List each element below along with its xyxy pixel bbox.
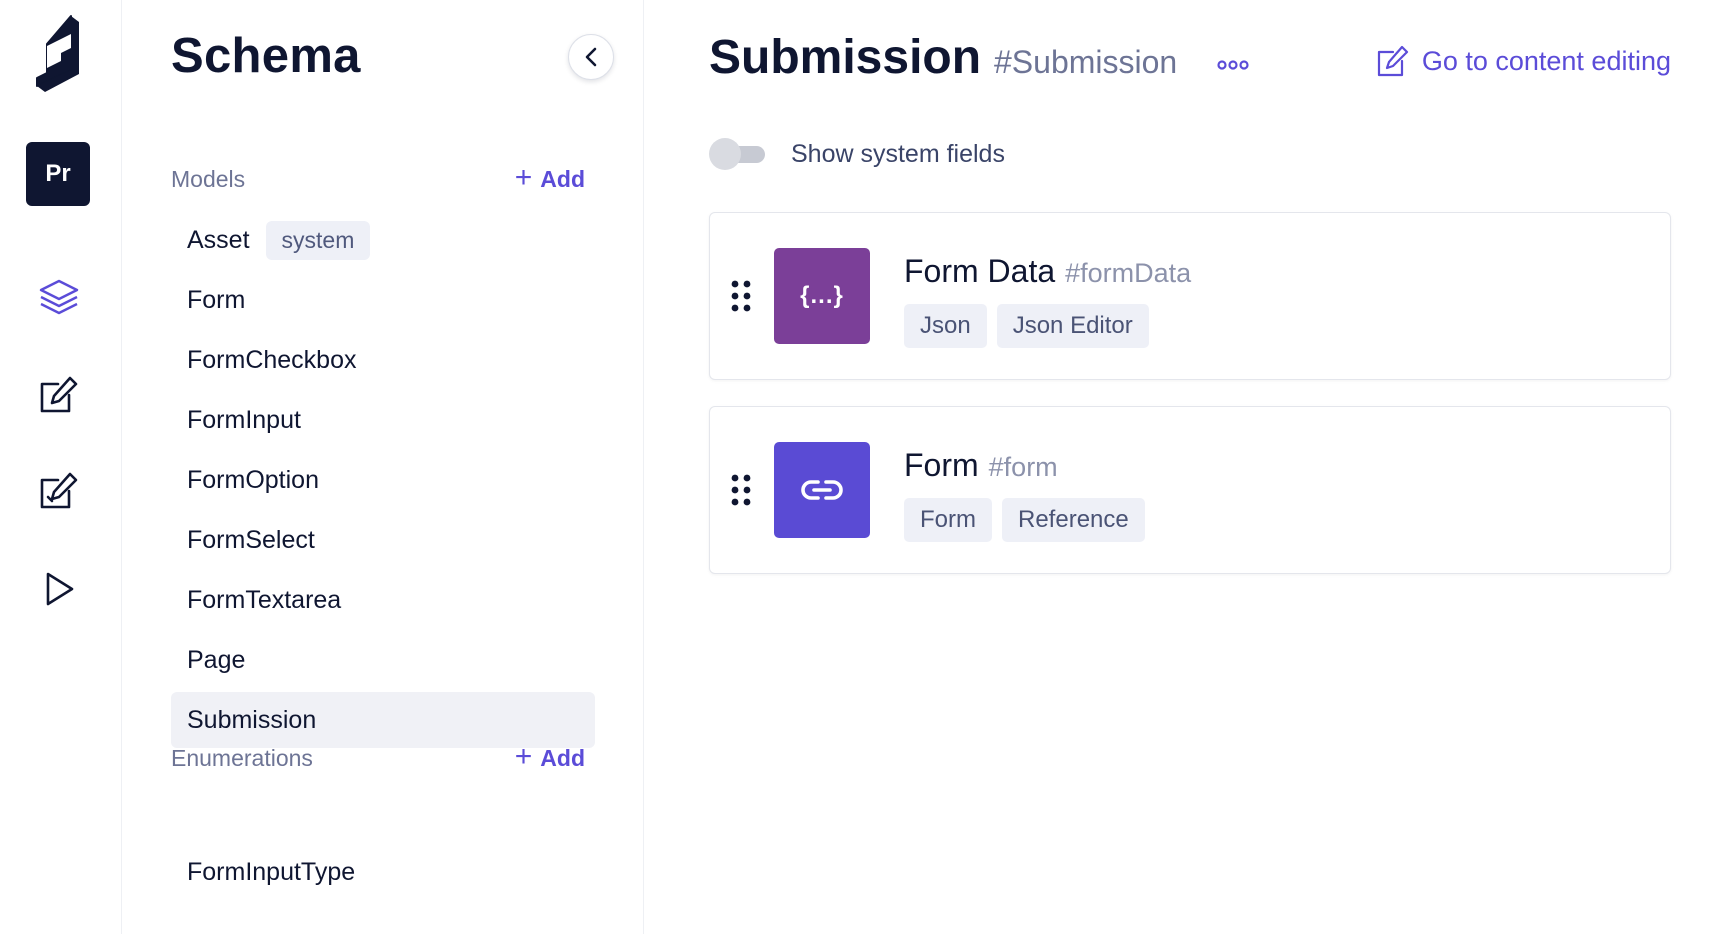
play-icon[interactable] [36,566,82,612]
page-title: Submission [709,31,982,84]
layers-icon[interactable] [36,274,82,320]
models-section-header: Models + Add [171,161,585,194]
add-model-button[interactable]: + Add [514,161,585,194]
model-editor: Submission #Submission Go to content edi… [644,0,1722,934]
model-item-formtextarea[interactable]: FormTextarea [171,572,595,628]
go-to-content-editing-link[interactable]: Go to content editing [1376,44,1671,78]
model-item-formoption[interactable]: FormOption [171,452,595,508]
field-api-id: #formData [1065,258,1192,288]
enumeration-name: FormInputType [187,857,356,886]
system-badge: system [265,220,371,260]
edit-icon [1377,45,1408,77]
project-initials: Pr [45,160,71,187]
show-system-fields-label: Show system fields [791,139,1005,168]
field-type-tag: Json [904,304,987,348]
add-enumeration-button[interactable]: + Add [514,740,585,773]
edit-check-icon[interactable] [36,468,82,514]
project-avatar[interactable]: Pr [26,142,90,206]
field-renderer-tag: Json Editor [996,304,1149,348]
sidebar-title: Schema [171,29,361,83]
plus-icon: + [514,740,533,773]
add-model-label: Add [540,165,585,192]
field-name: Form [904,447,979,483]
field-type-tag: Form [904,498,992,542]
model-item-form[interactable]: Form [171,272,595,328]
model-item-forminput[interactable]: FormInput [171,392,595,448]
field-card-form[interactable]: Form #form Form Reference [709,406,1671,574]
model-item-formselect[interactable]: FormSelect [171,512,595,568]
go-to-content-editing-label: Go to content editing [1421,45,1671,76]
edit-icon[interactable] [36,372,82,418]
field-title-row: Form #form [904,447,1058,484]
app-rail: Pr [0,0,122,934]
drag-handle-icon[interactable] [730,473,752,507]
more-options-icon[interactable] [1216,57,1250,73]
field-tags: Form Reference [904,498,1145,542]
model-name: FormSelect [187,525,315,554]
model-name: FormInput [187,405,301,434]
model-name: Submission [187,705,317,734]
model-name: FormOption [187,465,319,494]
field-tags: Json Json Editor [904,304,1149,348]
drag-handle-icon[interactable] [730,279,752,313]
show-system-fields-toggle[interactable] [709,138,767,170]
field-card-formdata[interactable]: {...} Form Data #formData Json Json Edit… [709,212,1671,380]
page-api-id: #Submission [994,44,1178,80]
link-icon [774,442,870,538]
json-braces-icon: {...} [774,248,870,344]
chevron-left-icon [585,47,597,67]
model-name: FormCheckbox [187,345,357,374]
model-name: FormTextarea [187,585,342,614]
field-api-id: #form [988,452,1058,482]
model-item-page[interactable]: Page [171,632,595,688]
add-enumeration-label: Add [540,744,585,771]
enumerations-section-header: Enumerations + Add [171,740,585,773]
models-label: Models [171,165,246,192]
model-name: Asset [187,225,250,254]
model-item-formcheckbox[interactable]: FormCheckbox [171,332,595,388]
schema-sidebar: Schema Models + Add Asset system Form Fo… [122,0,644,934]
collapse-sidebar-button[interactable] [568,34,614,80]
field-relation-tag: Reference [1002,498,1145,542]
field-name: Form Data [904,253,1056,289]
model-list: Asset system Form FormCheckbox FormInput… [171,212,595,752]
model-item-asset[interactable]: Asset system [171,212,595,268]
plus-icon: + [514,161,533,194]
enumeration-list: FormInputType [171,844,595,904]
enumeration-item-forminputtype[interactable]: FormInputType [171,844,595,900]
enumerations-label: Enumerations [171,744,313,771]
logo-icon[interactable] [33,14,85,96]
field-title-row: Form Data #formData [904,253,1191,290]
model-name: Page [187,645,246,674]
show-system-fields-row: Show system fields [709,138,1005,170]
model-name: Form [187,285,246,314]
